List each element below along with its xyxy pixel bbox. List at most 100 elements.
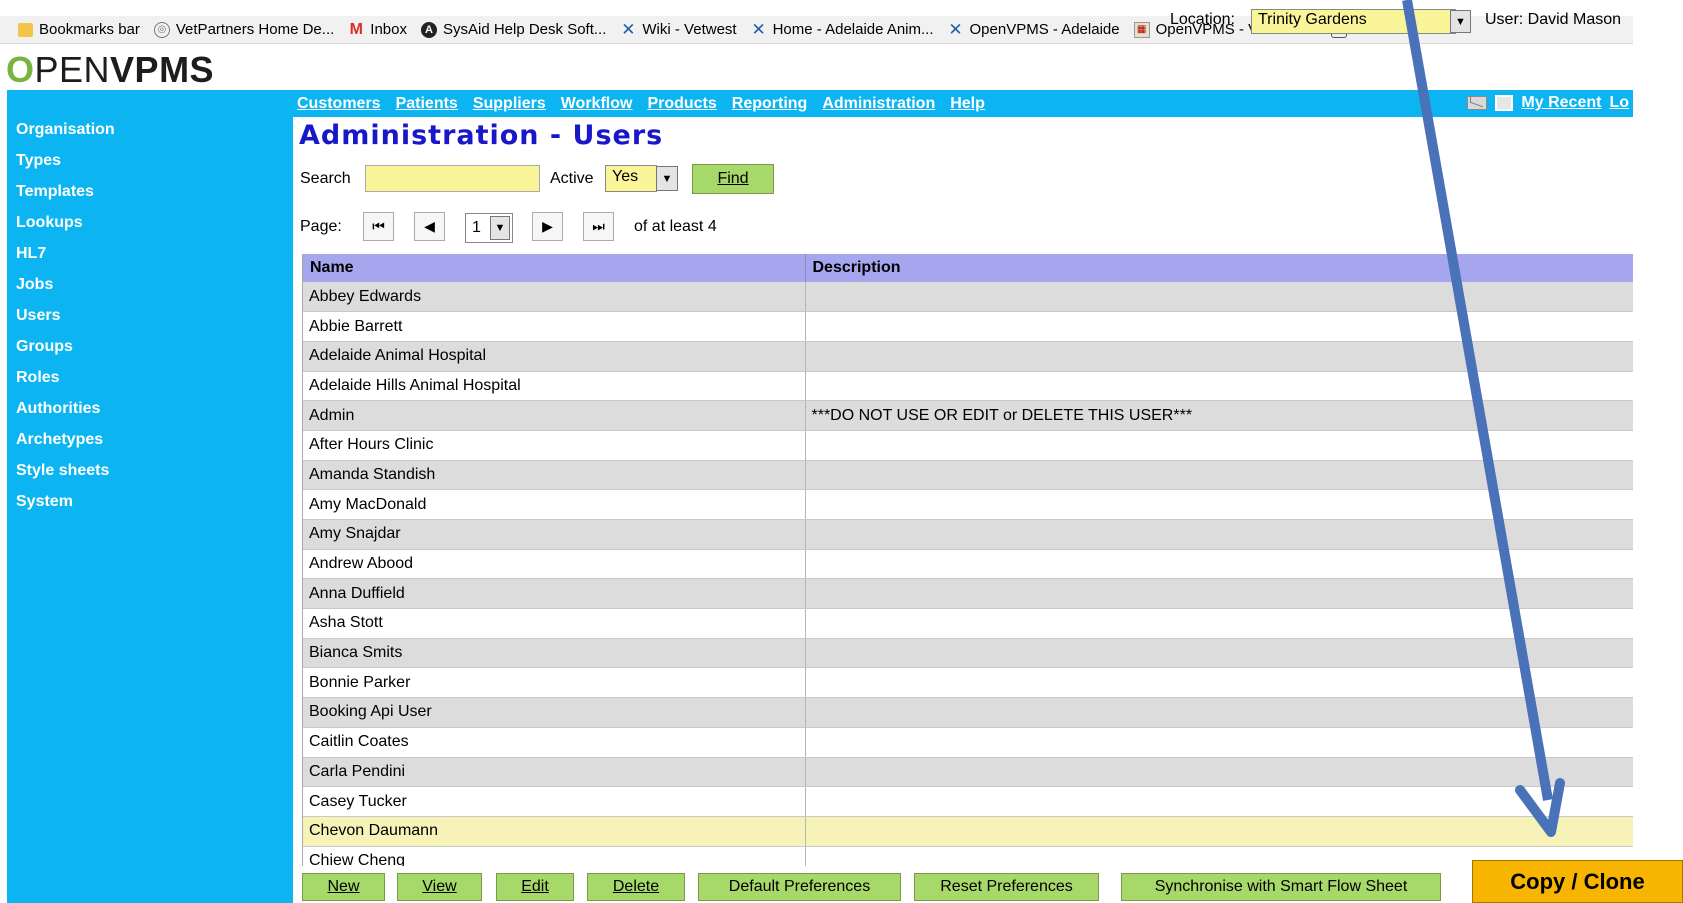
location-label: Location: [1170,11,1235,28]
table-row[interactable]: Asha Stott [303,608,1633,639]
cell-description [805,786,1633,817]
cell-name: Booking Api User [303,697,806,728]
table-row[interactable]: Chevon Daumann [303,816,1633,847]
menu-products[interactable]: Products [647,95,716,113]
table-row[interactable]: Anna Duffield [303,578,1633,610]
bookmark-folder[interactable]: Bookmarks bar [18,21,140,38]
reset-preferences-button[interactable]: Reset Preferences [914,873,1099,901]
cell-description [805,638,1633,669]
confluence-icon: ✕ [751,19,766,39]
window-icon[interactable] [1495,95,1514,111]
sidebar-item-style-sheets[interactable]: Style sheets [7,460,293,491]
bookmark-wiki[interactable]: ✕ Wiki - Vetwest [620,20,736,39]
table-row[interactable]: Caitlin Coates [303,727,1633,758]
table-row[interactable]: Amanda Standish [303,460,1633,491]
table-row[interactable]: Chiew Cheng [303,846,1633,866]
menu-reporting[interactable]: Reporting [732,95,808,113]
default-preferences-button[interactable]: Default Preferences [698,873,901,901]
view-button[interactable]: View [397,873,482,901]
table-row[interactable]: Amy Snajdar [303,519,1633,550]
new-button[interactable]: New [302,873,385,901]
location-select[interactable]: Trinity Gardens [1251,9,1456,34]
sidebar-item-templates[interactable]: Templates [7,181,293,212]
admin-sidebar: Organisation Types Templates Lookups HL7… [7,90,293,903]
table-row[interactable]: Booking Api User [303,697,1633,728]
column-header-name[interactable]: Name [303,254,806,282]
sidebar-item-types[interactable]: Types [7,150,293,181]
sidebar-item-authorities[interactable]: Authorities [7,398,293,429]
first-page-icon: ⏮ [372,218,385,234]
confluence-icon: ✕ [948,19,963,39]
cell-name: Adelaide Animal Hospital [303,341,806,372]
sidebar-item-jobs[interactable]: Jobs [7,274,293,305]
menu-suppliers[interactable]: Suppliers [473,95,546,113]
cell-description [805,667,1633,699]
table-row[interactable]: Adelaide Animal Hospital [303,341,1633,372]
sidebar-item-archetypes[interactable]: Archetypes [7,429,293,460]
next-page-button[interactable]: ▶ [532,212,563,241]
table-row[interactable]: Abbey Edwards [303,282,1633,313]
cell-description [805,430,1633,461]
search-input[interactable] [365,165,540,192]
find-button[interactable]: Find [692,164,774,194]
table-row[interactable]: Andrew Abood [303,549,1633,580]
first-page-button[interactable]: ⏮ [363,212,394,241]
sidebar-item-system[interactable]: System [7,491,293,522]
sidebar-item-roles[interactable]: Roles [7,367,293,398]
table-row[interactable]: After Hours Clinic [303,430,1633,461]
bookmark-home-adelaide[interactable]: ✕ Home - Adelaide Anim... [751,19,933,39]
cell-name: Caitlin Coates [303,727,806,758]
image-icon: ▦ [1133,21,1150,38]
last-page-button[interactable]: ⏭ [583,212,614,241]
menu-workflow[interactable]: Workflow [561,95,633,113]
cell-name: Chiew Cheng [303,846,806,866]
previous-page-button[interactable]: ◀ [414,212,445,241]
sidebar-item-groups[interactable]: Groups [7,336,293,367]
bookmark-inbox[interactable]: M Inbox [348,21,407,39]
bookmark-openvpms-adelaide[interactable]: ✕ OpenVPMS - Adelaide [948,19,1119,39]
sync-smart-flow-sheet-button[interactable]: Synchronise with Smart Flow Sheet [1121,873,1441,901]
table-row[interactable]: Admin ***DO NOT USE OR EDIT or DELETE THI… [303,400,1633,431]
bookmark-vetpartners[interactable]: ◎ VetPartners Home De... [153,21,334,38]
bookmark-sysaid[interactable]: A SysAid Help Desk Soft... [420,21,606,38]
copy-clone-callout: Copy / Clone [1472,860,1683,903]
cell-name: Abbie Barrett [303,311,806,342]
delete-button[interactable]: Delete [587,873,685,901]
mail-icon[interactable] [1467,96,1488,110]
chevron-down-icon[interactable]: ▼ [1450,10,1471,33]
cell-name: Asha Stott [303,608,806,639]
sidebar-item-lookups[interactable]: Lookups [7,212,293,243]
column-header-description[interactable]: Description [805,254,1633,282]
table-header-row: Name Description [303,254,1633,282]
globe-icon: ◎ [153,21,170,38]
active-select[interactable]: Yes [605,165,657,192]
table-row[interactable]: Bonnie Parker [303,667,1633,699]
sidebar-item-hl7[interactable]: HL7 [7,243,293,274]
cell-name: Amy MacDonald [303,489,806,520]
table-row[interactable]: Bianca Smits [303,638,1633,669]
menu-patients[interactable]: Patients [396,95,458,113]
table-row[interactable]: Adelaide Hills Animal Hospital [303,371,1633,402]
table-row[interactable]: Casey Tucker [303,786,1633,817]
menu-customers[interactable]: Customers [297,95,381,113]
menu-help[interactable]: Help [950,95,985,113]
my-recent-link[interactable]: My Recent [1521,94,1601,112]
user-label: User: David Mason [1485,11,1622,28]
logout-link[interactable]: Lo [1609,94,1629,112]
menu-administration[interactable]: Administration [822,95,935,113]
cell-description [805,282,1633,313]
edit-button[interactable]: Edit [496,873,574,901]
cell-name: Admin [303,400,806,431]
table-row[interactable]: Abbie Barrett [303,311,1633,342]
table-row[interactable]: Carla Pendini [303,757,1633,788]
cell-description [805,311,1633,342]
cell-name: Adelaide Hills Animal Hospital [303,371,806,402]
table-row[interactable]: Amy MacDonald [303,489,1633,520]
cell-name: Anna Duffield [303,578,806,610]
sidebar-item-organisation[interactable]: Organisation [7,119,293,150]
chevron-down-icon[interactable]: ▼ [656,166,678,191]
sidebar-item-users[interactable]: Users [7,305,293,336]
chevron-down-icon[interactable]: ▼ [490,216,510,240]
cell-description: ***DO NOT USE OR EDIT or DELETE THIS USE… [805,400,1633,431]
sysaid-icon: A [420,21,437,38]
